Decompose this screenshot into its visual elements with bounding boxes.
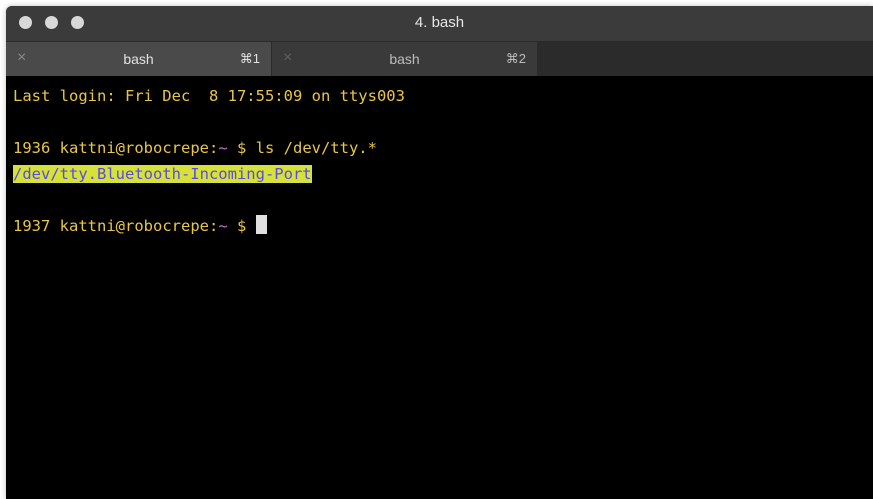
window-title: 4. bash [414, 14, 465, 31]
tab-label: bash [389, 51, 420, 67]
output-line: /dev/tty.Bluetooth-Incoming-Port [13, 161, 873, 187]
text-cursor [255, 215, 267, 234]
history-number: 1936 [13, 139, 51, 157]
tab-shortcut: ⌘1 [239, 51, 260, 66]
last-login-line: Last login: Fri Dec 8 17:55:09 on ttys00… [13, 87, 405, 105]
prompt-symbol: $ [227, 217, 256, 235]
user-host: kattni@robocrepe: [59, 217, 219, 235]
command-text: ls /dev/tty.* [255, 139, 377, 157]
tab-shortcut: ⌘2 [505, 51, 526, 66]
prompt-symbol: $ [227, 139, 256, 157]
current-path: ~ [218, 139, 228, 157]
tab-label: bash [123, 51, 154, 67]
prompt-line: 1936 kattni@robocrepe:~ $ ls /dev/tty.* [13, 135, 873, 161]
selected-output-text[interactable]: /dev/tty.Bluetooth-Incoming-Port [13, 165, 312, 183]
tab-bash-1[interactable]: × bash ⌘1 [6, 42, 271, 76]
current-path: ~ [218, 217, 228, 235]
prompt-line: 1937 kattni@robocrepe:~ $ [13, 213, 873, 239]
title-bar[interactable]: 4. bash [6, 6, 873, 42]
terminal-output[interactable]: Last login: Fri Dec 8 17:55:09 on ttys00… [6, 76, 873, 499]
tab-bar: × bash ⌘1 × bash ⌘2 [6, 42, 873, 76]
terminal-window: 4. bash × bash ⌘1 × bash ⌘2 Last login: … [6, 6, 873, 499]
user-host: kattni@robocrepe: [59, 139, 219, 157]
history-number: 1937 [13, 217, 51, 235]
tab-bash-2[interactable]: × bash ⌘2 [272, 42, 537, 76]
